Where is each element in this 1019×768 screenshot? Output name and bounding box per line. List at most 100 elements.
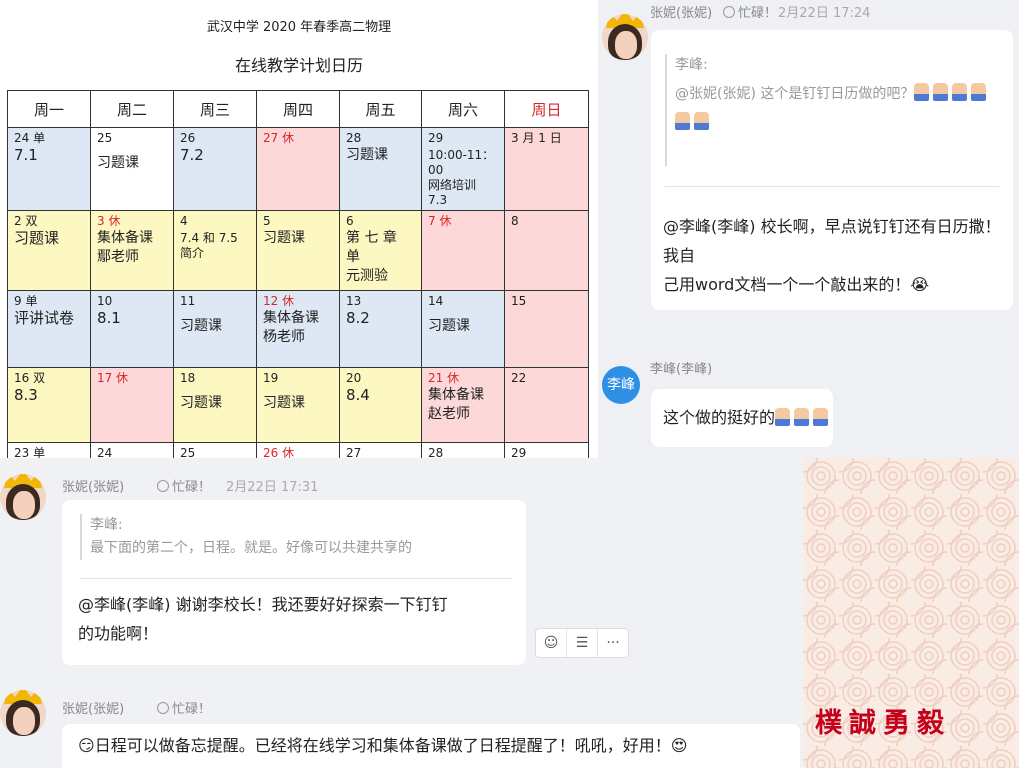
calendar-cell: 13 8.2 — [339, 290, 422, 368]
calendar-cell: 25 习题课 — [90, 127, 174, 211]
calendar-date: 3 月 1 日 — [511, 131, 562, 145]
calendar-title: 在线教学计划日历 — [234, 56, 363, 75]
calendar-entry: 习题课 — [180, 318, 222, 334]
calendar-date: 12 休 — [263, 294, 295, 308]
weekday-fri: 周五 — [339, 90, 422, 128]
quote-text: @张妮(张妮) 这个是钉钉日历做的吧？ — [675, 83, 1000, 106]
reply-icon[interactable]: ☰ — [567, 629, 598, 657]
calendar-entry: 7.4 和 7.5 — [180, 231, 238, 245]
message-bubble[interactable]: 李峰: 最下面的第二个，日程。就是。好像可以共建共享的 @李峰(李峰) 谢谢李校… — [62, 500, 526, 665]
calendar-cell: 4 7.4 和 7.5 简介 — [173, 210, 257, 291]
message-bubble[interactable]: 李峰: @张妮(张妮) 这个是钉钉日历做的吧？ @李峰(李峰) 校长啊，早点说钉… — [651, 30, 1013, 310]
avatar-zhangni[interactable] — [0, 474, 46, 520]
message-text: @李峰(李峰) 校长啊，早点说钉钉还有日历撒！我自 己用word文档一个一个敲出… — [663, 217, 1001, 294]
calendar-cell: 27 休 — [256, 127, 340, 211]
message-sender[interactable]: 张妮(张妮) — [62, 476, 124, 495]
calendar-entry: 杨老师 — [263, 329, 305, 345]
calendar-cell: 25 — [173, 442, 257, 458]
message-bubble[interactable]: 这个做的挺好的 — [651, 389, 833, 447]
calendar-entry: 网络培训 — [428, 178, 477, 192]
calendar-date: 7 休 — [428, 214, 452, 228]
crying-emoji-icon: 😭 — [910, 275, 930, 294]
avatar-zhangni[interactable] — [602, 14, 648, 60]
calendar-cell: 28 习题课 — [339, 127, 422, 211]
chat-panel-top: 张妮(张妮) 忙碌！ 2月22日 17:24 李峰: @张妮(张妮) 这个是钉钉… — [598, 0, 1019, 458]
calendar-date: 27 — [346, 446, 362, 458]
calendar-date: 29 — [511, 446, 527, 458]
weekday-header-row: 周一 周二 周三 周四 周五 周六 周日 — [7, 90, 589, 128]
calendar-cell: 12 休集体备课杨老师 — [256, 290, 340, 368]
calendar-cell: 21 休集体备课赵老师 — [421, 367, 505, 443]
calendar-date: 5 — [263, 214, 271, 228]
status-icon — [157, 480, 169, 492]
calendar-cell: 9 单评讲试卷 — [7, 290, 91, 368]
calendar-document: 武汉中学 2020 年春季高二物理 在线教学计划日历 周一 周二 周三 周四 周… — [0, 0, 598, 458]
calendar-date: 24 单 — [14, 131, 46, 145]
calendar-cell: 5 习题课 — [256, 210, 340, 291]
calendar-entry: 集体备课 — [428, 387, 484, 403]
calendar-entry: 习题课 — [428, 318, 470, 334]
calendar-cell: 3 休集体备课 鄢老师 — [90, 210, 174, 291]
calendar-entry: 习题课 — [97, 155, 139, 171]
quote-author: 李峰: — [675, 57, 708, 73]
calendar-entry: 8.3 — [14, 386, 38, 404]
weekday-sat: 周六 — [421, 90, 505, 128]
calendar-cell: 7 休 — [421, 210, 505, 291]
calendar-entry: 8.2 — [346, 309, 370, 327]
more-options-icon[interactable]: ··· — [598, 629, 628, 657]
calendar-date: 25 — [97, 131, 113, 145]
thumbs-up-icon — [914, 83, 990, 102]
calendar-date: 4 — [180, 214, 188, 228]
calendar-entry: 8.1 — [97, 309, 121, 327]
calendar-cell: 19 习题课 — [256, 367, 340, 443]
status-icon — [157, 702, 169, 714]
chat-panel-bottom: 张妮(张妮) 忙碌！ 2月22日 17:31 李峰: 最下面的第二个，日程。就是… — [0, 458, 803, 768]
calendar-entry: 集体备课 — [263, 310, 319, 326]
message-sender[interactable]: 李峰(李峰) — [650, 358, 712, 377]
calendar-date: 15 — [511, 294, 527, 308]
calendar-date: 21 休 — [428, 371, 460, 385]
message-sender[interactable]: 张妮(张妮) — [650, 2, 712, 21]
quoted-message[interactable]: 李峰: 最下面的第二个，日程。就是。好像可以共建共享的 — [80, 514, 510, 560]
calendar-entry: 赵老师 — [428, 406, 470, 422]
weekday-mon: 周一 — [7, 90, 91, 128]
weekday-sun: 周日 — [504, 90, 589, 128]
calendar-cell: 26 7.2 — [173, 127, 257, 211]
calendar-cell: 8 — [504, 210, 589, 291]
quote-text: 最下面的第二个，日程。就是。好像可以共建共享的 — [90, 540, 412, 556]
calendar-entry: 习题课 — [14, 229, 60, 247]
message-time: 2月22日 17:24 — [778, 6, 871, 21]
calendar-cell: 24 单 7.1 — [7, 127, 91, 211]
calendar-date: 27 休 — [263, 131, 295, 145]
message-time: 2月22日 17:31 — [226, 480, 319, 495]
calendar-date: 24 — [97, 446, 113, 458]
calendar-entry: 元测验 — [346, 268, 388, 284]
message-sender[interactable]: 张妮(张妮) — [62, 698, 124, 717]
message-text: @李峰(李峰) 谢谢李校长！我还要好好探索一下钉钉 的功能啊！ — [78, 595, 448, 643]
calendar-date: 26 休 — [263, 446, 295, 458]
calendar-cell: 28 — [421, 442, 505, 458]
avatar-lifeng[interactable]: 李峰 — [602, 366, 640, 404]
quoted-message[interactable]: 李峰: @张妮(张妮) 这个是钉钉日历做的吧？ — [665, 54, 1000, 166]
calendar-date: 8 — [511, 214, 519, 228]
calendar-entry: 7.2 — [180, 146, 204, 164]
quote-divider — [80, 578, 512, 579]
calendar-date: 19 — [263, 371, 279, 385]
calendar-week-row: 24 单 7.1 25 习题课 26 7.2 27 休 28 习题课 29 10:00-11：00 网… — [7, 127, 589, 211]
calendar-cell: 17 休 — [90, 367, 174, 443]
quote-author: 李峰: — [90, 517, 123, 533]
calendar-entry: 第 七 章 单 — [346, 230, 397, 265]
calendar-entry: 习题课 — [263, 230, 305, 246]
emoji-reaction-icon[interactable]: ☺ — [536, 629, 567, 657]
thumbs-up-icon — [775, 408, 832, 427]
smirk-emoji-icon: 😏 — [78, 736, 95, 755]
weekday-thu: 周四 — [256, 90, 340, 128]
calendar-cell: 23 单 — [7, 442, 91, 458]
avatar-zhangni[interactable] — [0, 690, 46, 736]
calendar-cell: 11 习题课 — [173, 290, 257, 368]
message-bubble[interactable]: 😏日程可以做备忘提醒。已经将在线学习和集体备课做了日程提醒了！吼吼，好用！😍 — [62, 724, 800, 768]
calendar-cell: 10 8.1 — [90, 290, 174, 368]
quote-divider — [665, 186, 999, 187]
calendar-date: 26 — [180, 131, 196, 145]
school-motto: 樸誠勇毅 — [815, 708, 951, 739]
